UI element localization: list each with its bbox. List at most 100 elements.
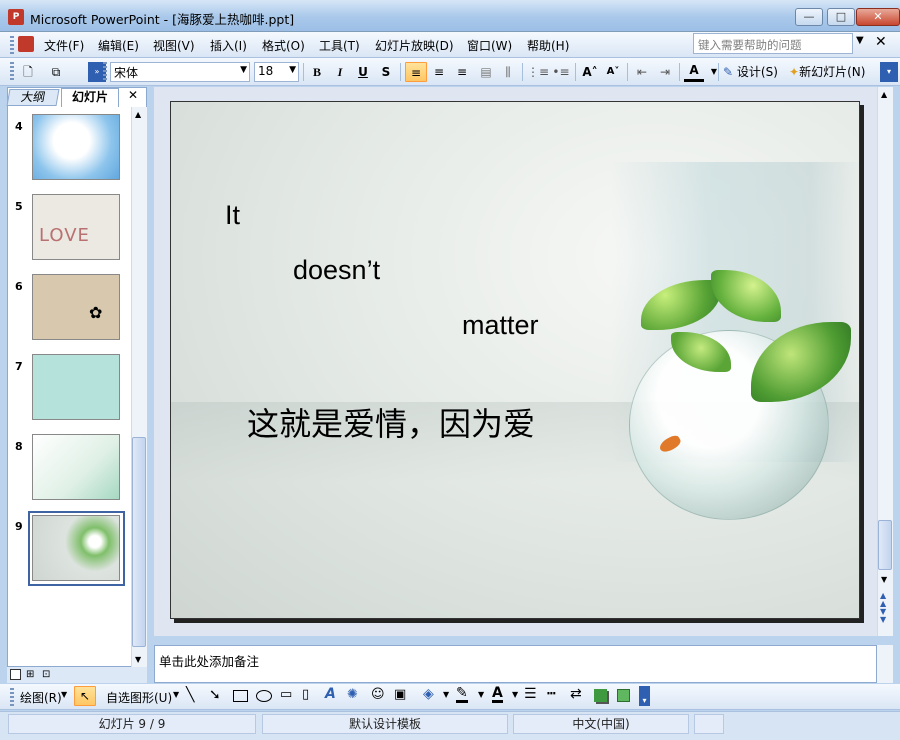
bold-button[interactable]: B xyxy=(308,62,326,82)
align-left-icon[interactable]: ≡ xyxy=(405,62,427,82)
bulleted-list-icon[interactable]: •≡ xyxy=(551,62,571,82)
rectangle-tool-icon[interactable] xyxy=(233,690,248,702)
drawbar-grip[interactable] xyxy=(10,688,14,706)
font-dropdown-icon[interactable]: ▼ xyxy=(240,65,247,75)
tab-slides[interactable]: 幻灯片 xyxy=(61,88,119,107)
menu-slideshow[interactable]: 幻灯片放映(D) xyxy=(375,37,454,54)
decrease-indent-icon[interactable]: ⇤ xyxy=(632,62,652,82)
notes-field[interactable]: 单击此处添加备注 xyxy=(154,645,877,683)
underline-button[interactable]: U xyxy=(354,62,372,82)
oval-tool-icon[interactable] xyxy=(256,690,272,702)
shadow-style-icon[interactable] xyxy=(594,689,607,702)
slide-thumbnail[interactable]: LOVE xyxy=(32,194,120,260)
dash-style-icon[interactable]: ┅ xyxy=(547,686,555,702)
sorter-view-icon[interactable]: ⊞ xyxy=(26,669,34,680)
draw-menu-button[interactable]: 绘图(R) xyxy=(20,689,62,706)
line-style-icon[interactable]: ☰ xyxy=(524,686,537,702)
slide-thumbnail[interactable] xyxy=(32,434,120,500)
toolbar-options-icon[interactable]: ▾ xyxy=(880,62,898,82)
align-center-icon[interactable]: ≡ xyxy=(429,62,449,82)
slide-thumbnail[interactable] xyxy=(32,354,120,420)
menu-window[interactable]: 窗口(W) xyxy=(467,37,512,54)
help-search-input[interactable]: 键入需要帮助的问题 xyxy=(693,33,853,54)
size-dropdown-icon[interactable]: ▼ xyxy=(289,65,296,75)
font-name-combo[interactable]: 宋体 ▼ xyxy=(110,62,250,82)
scroll-down-icon[interactable]: ▼ xyxy=(135,655,141,664)
vertical-textbox-icon[interactable]: ▯ xyxy=(302,687,309,702)
3d-style-icon[interactable] xyxy=(617,689,630,702)
font-color-icon[interactable]: A xyxy=(684,62,704,82)
slides-pane-scroll-thumb[interactable] xyxy=(132,437,146,647)
menu-view[interactable]: 视图(V) xyxy=(153,37,195,54)
menu-insert[interactable]: 插入(I) xyxy=(210,37,247,54)
normal-view-icon[interactable] xyxy=(10,669,21,680)
minimize-button[interactable]: — xyxy=(795,8,823,26)
line-dropdown-icon[interactable]: ▼ xyxy=(478,690,484,699)
menu-help[interactable]: 帮助(H) xyxy=(527,37,569,54)
document-icon[interactable] xyxy=(18,36,34,52)
decrease-font-icon[interactable]: A˅ xyxy=(603,62,623,82)
slide-thumbnail[interactable]: ✿ xyxy=(32,274,120,340)
slideshow-view-icon[interactable]: ⊡ xyxy=(42,669,50,680)
toolbar-grip[interactable] xyxy=(10,62,14,82)
slide-text-matter[interactable]: matter xyxy=(462,310,539,341)
select-pointer-icon[interactable]: ↖ xyxy=(74,686,96,706)
italic-button[interactable]: I xyxy=(331,62,349,82)
draw-dropdown-icon[interactable]: ▼ xyxy=(61,690,67,699)
increase-indent-icon[interactable]: ⇥ xyxy=(655,62,675,82)
slide-scroll-thumb[interactable] xyxy=(878,520,892,570)
notes-scrollbar[interactable] xyxy=(877,645,893,683)
font-color-draw-icon[interactable]: A xyxy=(492,686,503,703)
current-slide[interactable]: It doesn’t matter 这就是爱情，因为爱 xyxy=(170,101,860,619)
increase-font-icon[interactable]: A˄ xyxy=(580,62,600,82)
fill-color-icon[interactable]: ◈ xyxy=(423,686,434,702)
slide-text-chinese[interactable]: 这就是爱情，因为爱 xyxy=(247,399,535,445)
font-size-combo[interactable]: 18 ▼ xyxy=(254,62,299,82)
scroll-up-icon[interactable]: ▲ xyxy=(881,90,887,99)
menu-edit[interactable]: 编辑(E) xyxy=(98,37,139,54)
menu-file[interactable]: 文件(F) xyxy=(44,37,84,54)
tab-outline[interactable]: 大纲 xyxy=(6,89,60,106)
scroll-up-icon[interactable]: ▲ xyxy=(135,110,141,119)
toolbar-options-icon[interactable]: ▾ xyxy=(639,686,650,706)
picture-icon[interactable]: ▣ xyxy=(394,687,406,702)
next-slide-icon[interactable]: ▼ ▼ xyxy=(880,608,886,624)
shadow-button[interactable]: S xyxy=(377,62,395,82)
menu-tools[interactable]: 工具(T) xyxy=(319,37,360,54)
copy-icon[interactable]: ⧉ xyxy=(46,62,66,82)
line-tool-icon[interactable]: ╲ xyxy=(186,687,194,703)
slide-thumbnail[interactable] xyxy=(32,114,120,180)
slide-text-it[interactable]: It xyxy=(225,200,240,231)
justify-icon[interactable]: ▤ xyxy=(476,62,496,82)
close-document-icon[interactable]: ✕ xyxy=(875,34,887,50)
autoshapes-menu-button[interactable]: 自选图形(U) xyxy=(106,689,172,706)
maximize-button[interactable]: □ xyxy=(827,8,855,26)
clipart-icon[interactable]: ☺ xyxy=(371,687,385,702)
slide-thumbnail-current[interactable] xyxy=(32,515,120,581)
menubar-grip[interactable] xyxy=(10,36,14,54)
diagram-icon[interactable]: ✺ xyxy=(347,687,358,702)
line-color-icon[interactable]: ✎ xyxy=(456,686,468,703)
font-color-dropdown-icon[interactable]: ▼ xyxy=(512,690,518,699)
numbered-list-icon[interactable]: ⋮≡ xyxy=(527,62,549,82)
help-dropdown-icon[interactable]: ▼ xyxy=(856,35,864,46)
new-slide-button[interactable]: ✦新幻灯片(N) xyxy=(789,62,877,82)
previous-slide-icon[interactable]: ▲ ▲ xyxy=(880,592,886,608)
new-document-icon[interactable]: 🗋 xyxy=(18,62,38,82)
autoshapes-dropdown-icon[interactable]: ▼ xyxy=(173,690,179,699)
wordart-icon[interactable]: A xyxy=(325,686,336,702)
powerpoint-app-icon[interactable]: P xyxy=(8,9,24,25)
font-color-dropdown-icon[interactable]: ▼ xyxy=(705,62,723,82)
toolbar-grip-2[interactable] xyxy=(103,62,107,82)
arrow-style-icon[interactable]: ⇄ xyxy=(570,686,582,702)
design-button[interactable]: ✎ 设计(S) xyxy=(723,62,785,82)
fill-dropdown-icon[interactable]: ▼ xyxy=(443,690,449,699)
distribute-icon[interactable]: ⫼ xyxy=(498,62,518,82)
scroll-down-icon[interactable]: ▼ xyxy=(881,575,887,584)
pane-close-icon[interactable]: ✕ xyxy=(128,88,138,102)
textbox-tool-icon[interactable]: ▭ xyxy=(280,687,292,702)
align-right-icon[interactable]: ≡ xyxy=(452,62,472,82)
close-window-button[interactable]: ✕ xyxy=(856,8,900,26)
menu-format[interactable]: 格式(O) xyxy=(262,37,305,54)
slide-text-doesnt[interactable]: doesn’t xyxy=(293,255,380,286)
